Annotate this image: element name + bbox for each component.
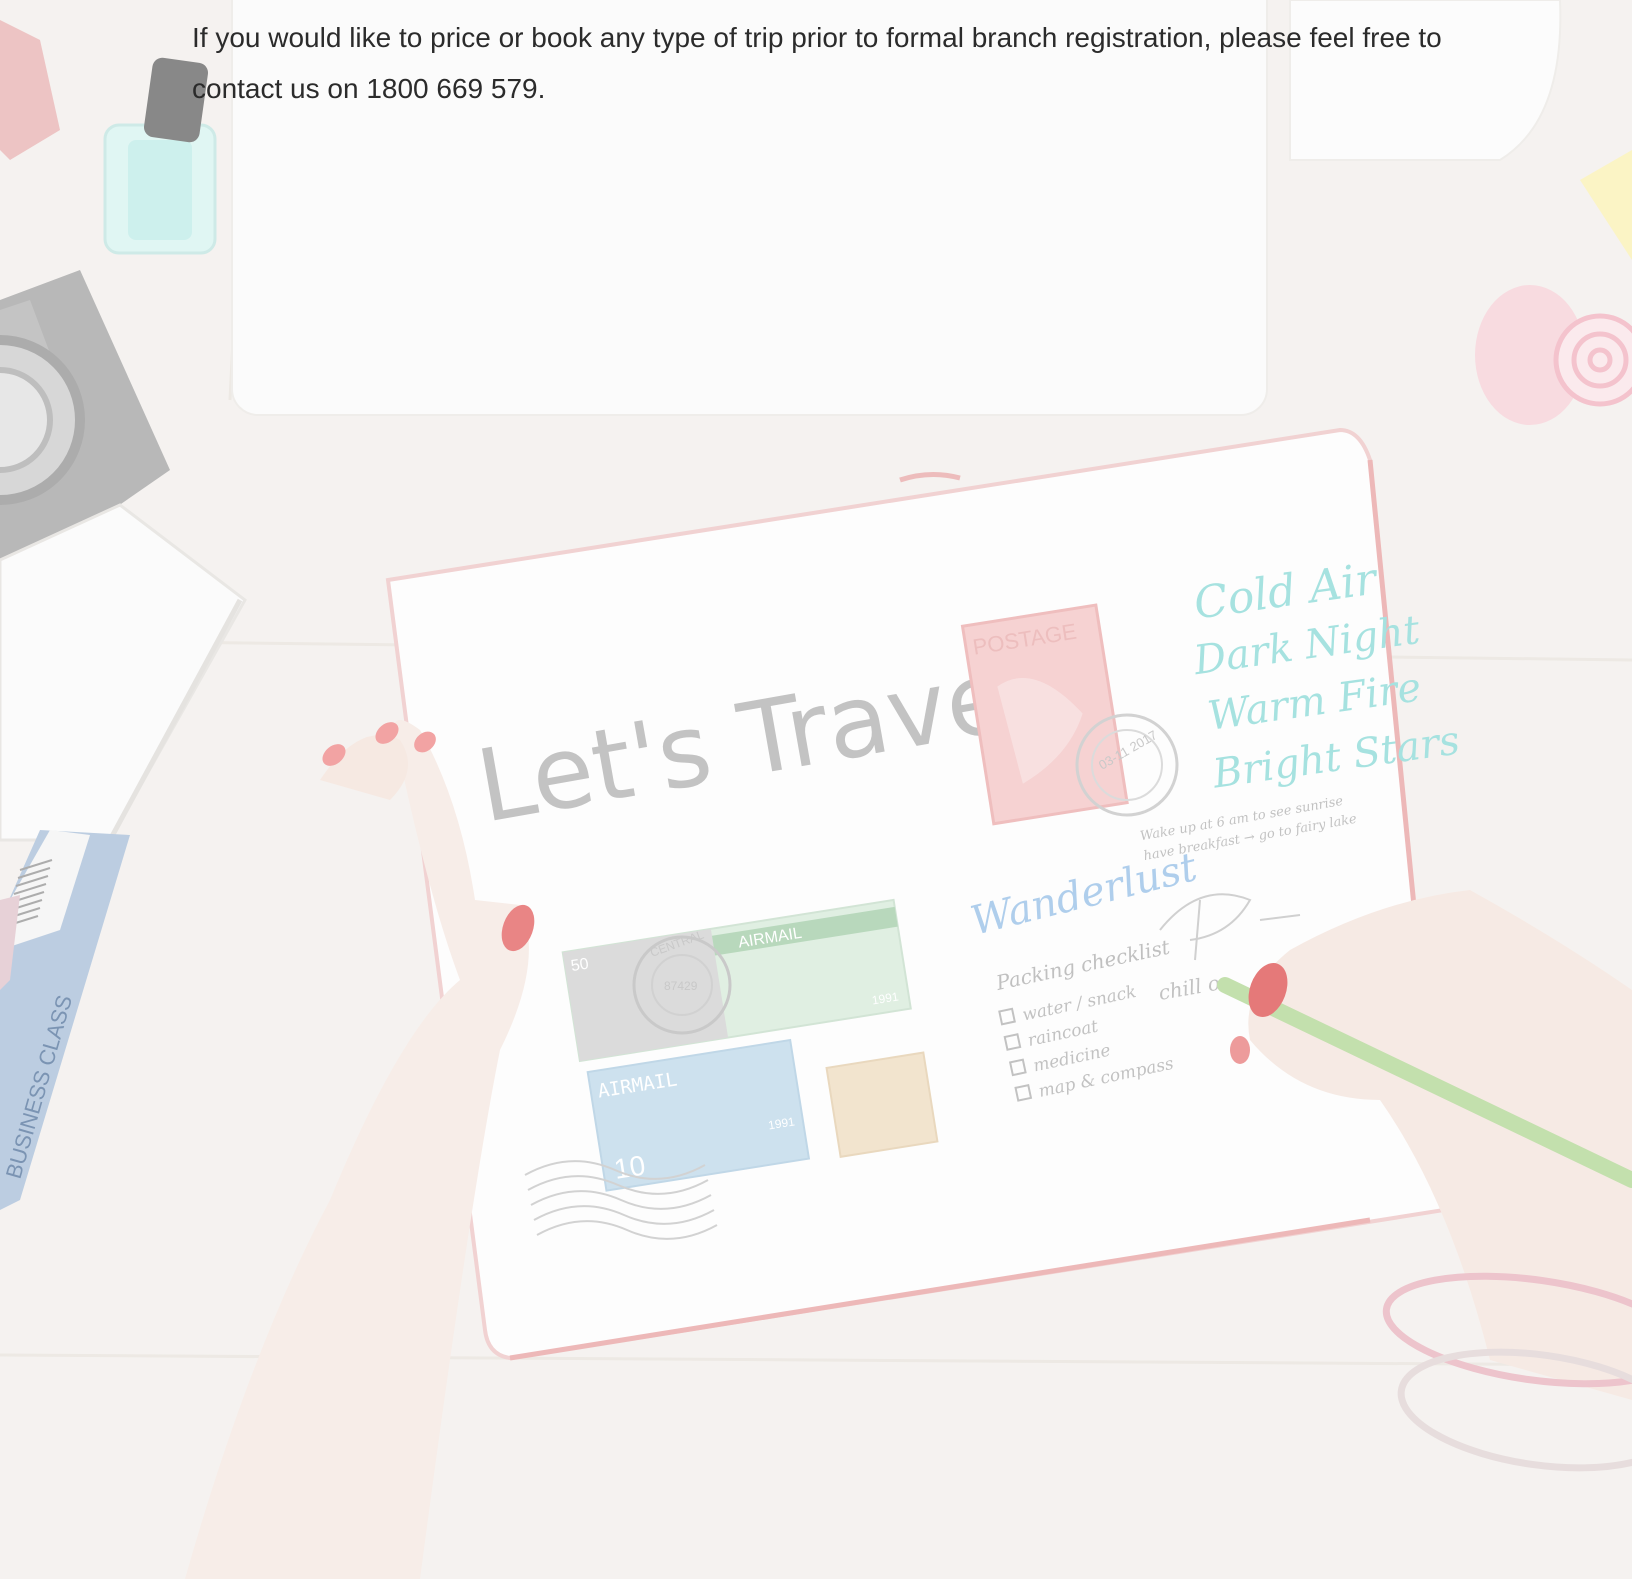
phone-number-link[interactable]: 1800 669 579 (366, 73, 537, 104)
registration-contact-text: If you would like to price or book any t… (192, 12, 1492, 114)
intro-text-end: . (537, 73, 546, 104)
hero-background-image: BUSINESS CLASS Let's Travel POSTAGE 03-1… (0, 0, 1632, 1579)
fade-overlay (0, 0, 1632, 1579)
